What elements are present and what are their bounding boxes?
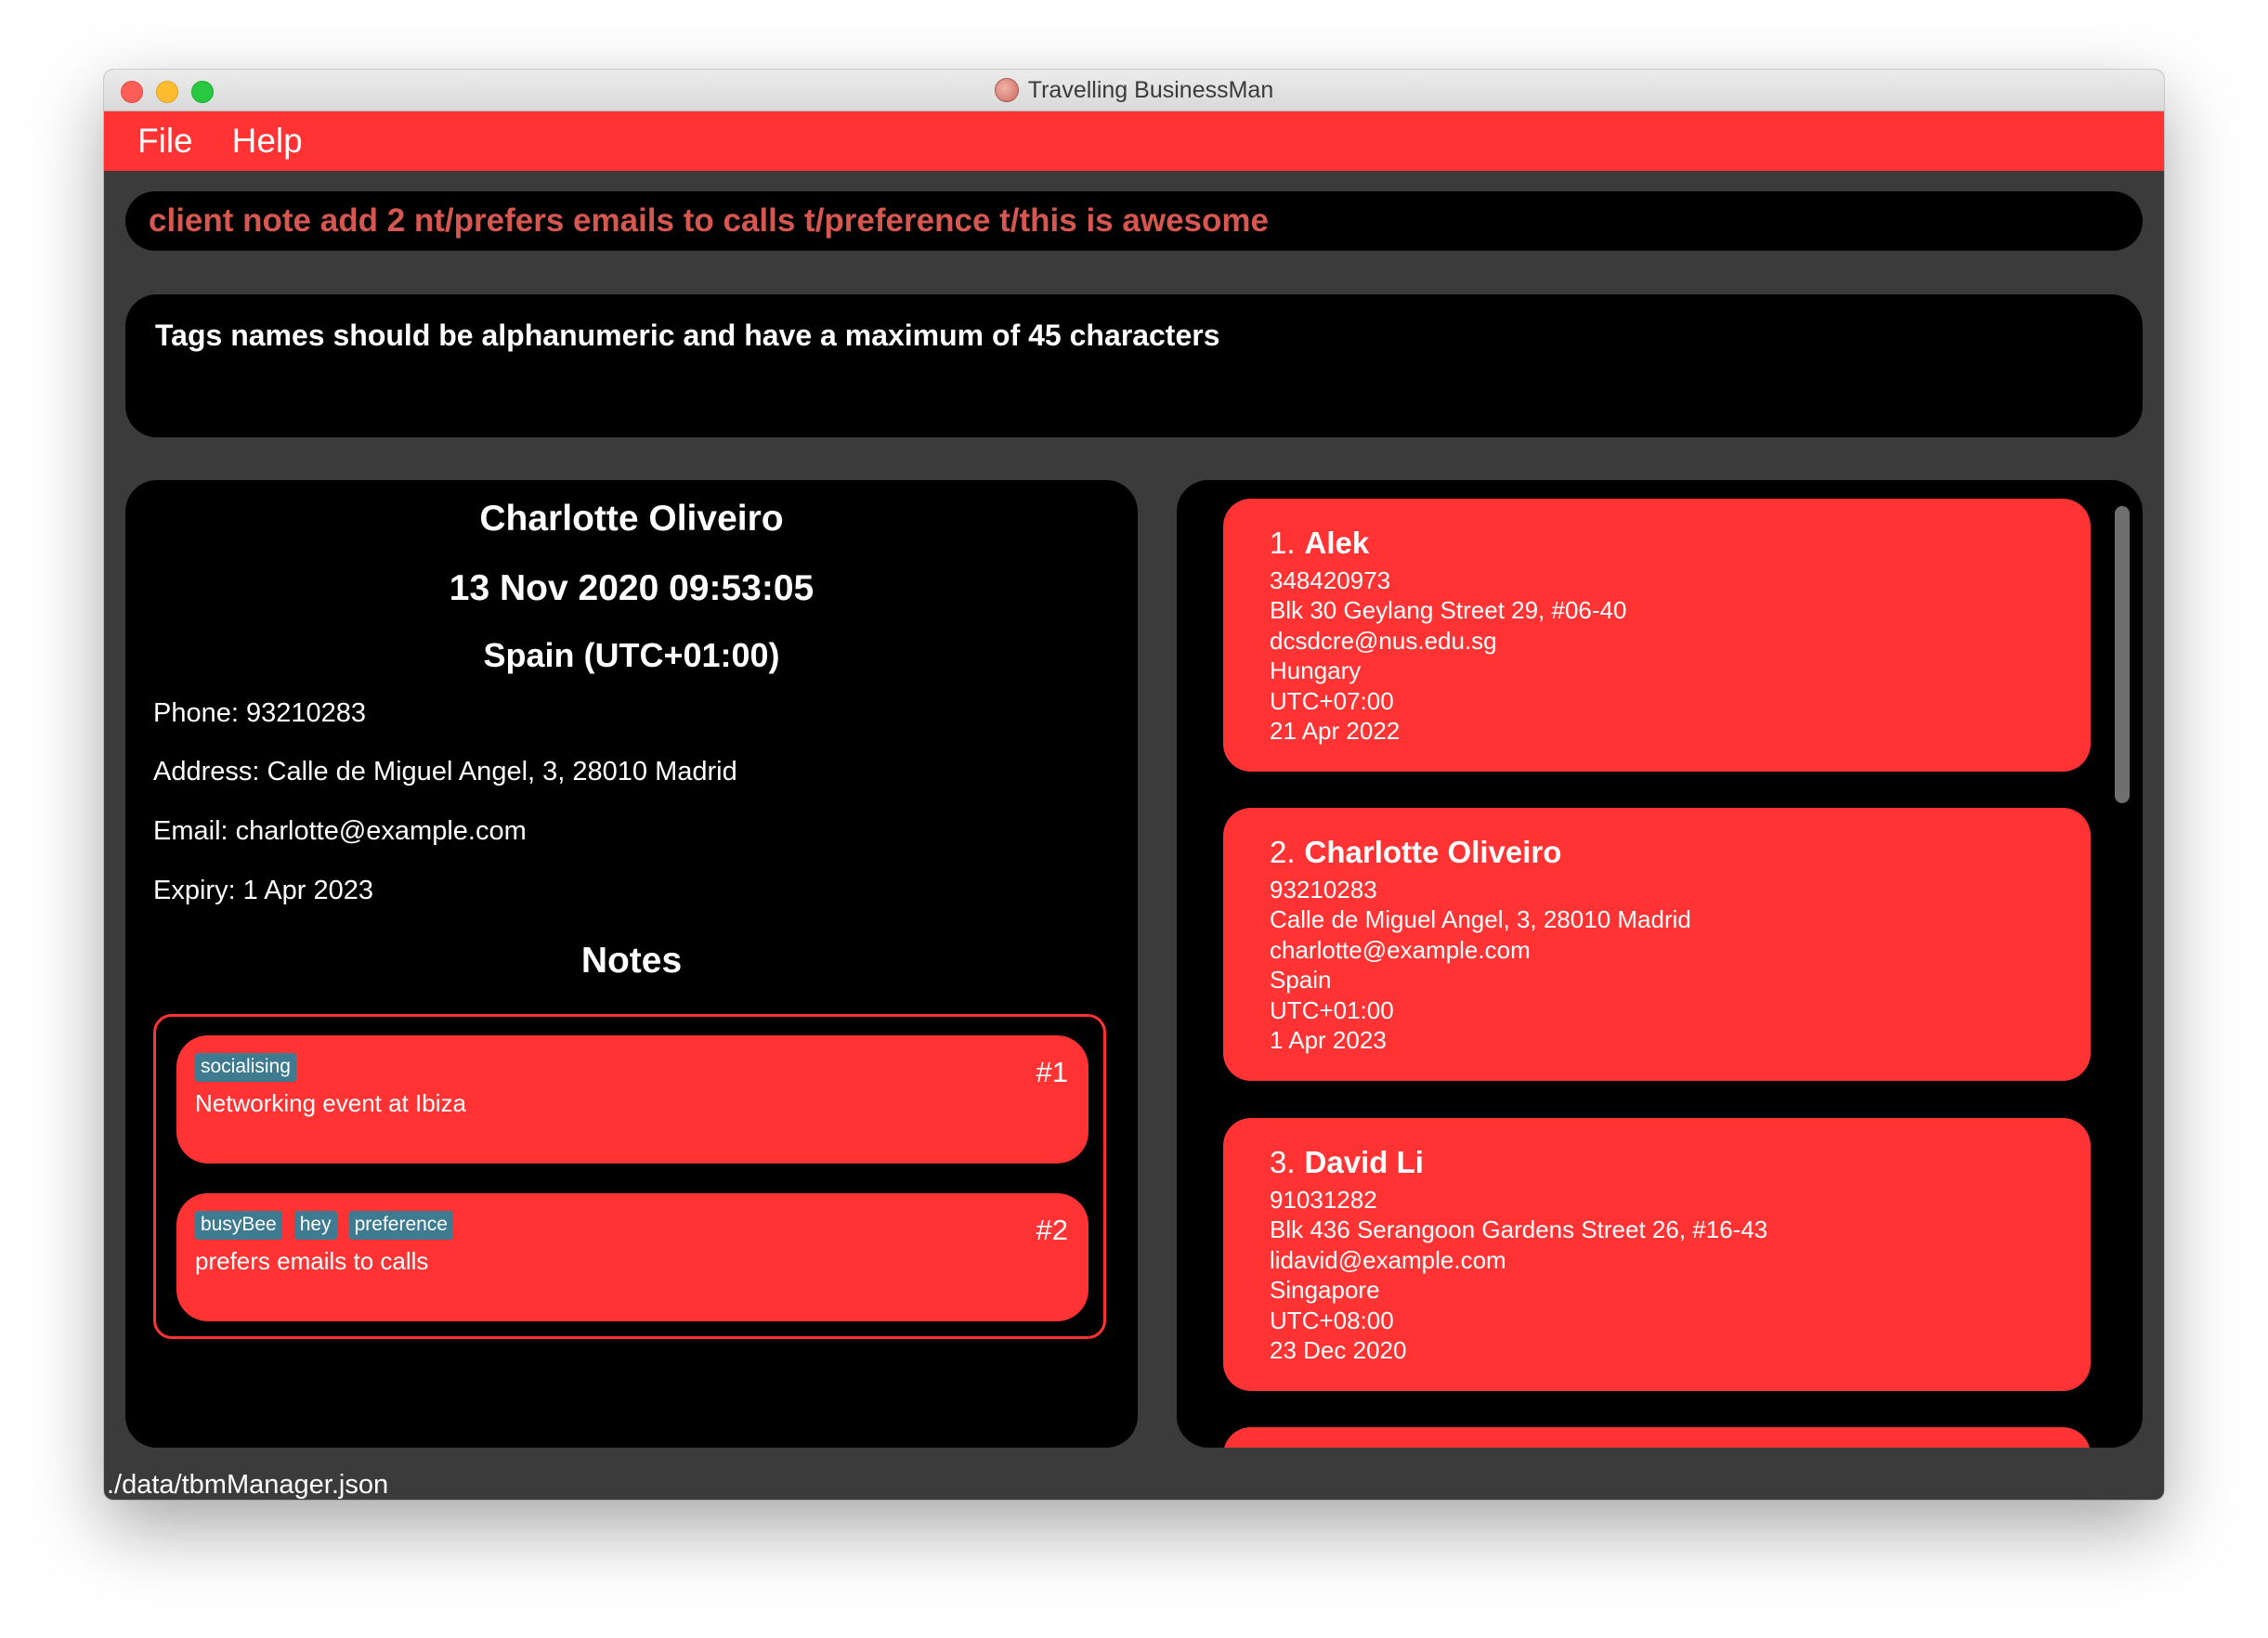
client-address: Blk 30 Geylang Street 29, #06-40: [1270, 596, 1627, 625]
client-index: 3.: [1270, 1145, 1296, 1179]
detail-client-name: Charlotte Oliveiro: [479, 499, 784, 539]
client-card-partial[interactable]: [1223, 1427, 2091, 1448]
client-address: Calle de Miguel Angel, 3, 28010 Madrid: [1270, 905, 1691, 934]
client-email: charlotte@example.com: [1270, 935, 1531, 964]
detail-datetime: 13 Nov 2020 09:53:05: [449, 568, 815, 608]
status-bar-file-path: ./data/tbmManager.json: [107, 1470, 389, 1500]
client-details: 348420973 Blk 30 Geylang Street 29, #06-…: [1270, 566, 1626, 746]
note-tag: hey: [293, 1211, 337, 1241]
note-card[interactable]: socialising #1 Networking event at Ibiza: [176, 1035, 1088, 1164]
client-timezone: UTC+07:00: [1270, 686, 1394, 715]
detail-expiry: Expiry: 1 Apr 2023: [153, 876, 373, 905]
menu-help[interactable]: Help: [232, 122, 303, 161]
client-card[interactable]: 2. Charlotte Oliveiro 93210283 Calle de M…: [1223, 808, 2091, 1081]
client-expiry: 21 Apr 2022: [1270, 717, 1401, 746]
client-list-panel[interactable]: 1. Alek 348420973 Blk 30 Geylang Street 2…: [1177, 480, 2143, 1448]
client-detail-panel: Charlotte Oliveiro 13 Nov 2020 09:53:05 …: [125, 480, 1138, 1448]
client-phone: 93210283: [1270, 876, 1377, 904]
notes-list[interactable]: socialising #1 Networking event at Ibiza…: [153, 1014, 1106, 1339]
client-country: Spain: [1270, 966, 1332, 994]
client-expiry: 1 Apr 2023: [1270, 1026, 1387, 1055]
result-message: Tags names should be alphanumeric and ha…: [155, 318, 1220, 352]
client-timezone: UTC+08:00: [1270, 1306, 1394, 1334]
client-country: Hungary: [1270, 656, 1362, 685]
note-tag: socialising: [195, 1053, 296, 1083]
client-email: dcsdcre@nus.edu.sg: [1270, 626, 1497, 655]
menu-bar: File Help: [104, 111, 2164, 171]
client-address: Blk 436 Serangoon Gardens Street 26, #16…: [1270, 1216, 1768, 1244]
client-card-header: 2. Charlotte Oliveiro: [1270, 835, 1561, 870]
note-tag: preference: [348, 1211, 453, 1241]
client-phone: 91031282: [1270, 1186, 1377, 1214]
client-index: 2.: [1270, 835, 1296, 869]
client-expiry: 23 Dec 2020: [1270, 1336, 1407, 1365]
client-timezone: UTC+01:00: [1270, 995, 1394, 1024]
client-details: 91031282 Blk 436 Serangoon Gardens Stree…: [1270, 1185, 1767, 1365]
client-card-header: 1. Alek: [1270, 526, 1369, 561]
note-card[interactable]: busyBee hey preference #2 prefers emails…: [176, 1193, 1088, 1321]
app-icon: [994, 78, 1019, 102]
detail-phone: Phone: 93210283: [153, 698, 366, 728]
note-tags: socialising: [195, 1053, 296, 1083]
detail-country: Spain (UTC+01:00): [483, 636, 780, 674]
client-card[interactable]: 1. Alek 348420973 Blk 30 Geylang Street 2…: [1223, 499, 2091, 772]
note-tag: busyBee: [195, 1211, 282, 1241]
client-name: Charlotte Oliveiro: [1304, 835, 1562, 869]
client-email: lidavid@example.com: [1270, 1245, 1506, 1274]
app-window: Travelling BusinessMan File Help client …: [104, 70, 2164, 1500]
command-input[interactable]: client note add 2 nt/prefers emails to c…: [125, 191, 2143, 251]
title-bar: Travelling BusinessMan: [104, 70, 2164, 111]
title-wrap: Travelling BusinessMan: [104, 70, 2164, 110]
client-name: Alek: [1304, 526, 1370, 560]
client-card[interactable]: 3. David Li 91031282 Blk 436 Serangoon Ga…: [1223, 1118, 2091, 1391]
detail-address: Address: Calle de Miguel Angel, 3, 28010…: [153, 757, 737, 786]
client-phone: 348420973: [1270, 566, 1391, 594]
client-details: 93210283 Calle de Miguel Angel, 3, 28010…: [1270, 875, 1691, 1055]
command-input-text: client note add 2 nt/prefers emails to c…: [149, 202, 1269, 239]
menu-file[interactable]: File: [137, 122, 193, 161]
note-number: #2: [1036, 1214, 1068, 1246]
window-title: Travelling BusinessMan: [1027, 76, 1274, 103]
client-name: David Li: [1304, 1145, 1424, 1179]
note-text: Networking event at Ibiza: [195, 1089, 466, 1117]
note-tags: busyBee hey preference: [195, 1211, 453, 1241]
detail-email: Email: charlotte@example.com: [153, 816, 527, 846]
client-index: 1.: [1270, 526, 1296, 560]
client-country: Singapore: [1270, 1276, 1380, 1305]
note-number: #1: [1036, 1056, 1068, 1088]
client-list-scrollbar[interactable]: [2115, 506, 2130, 803]
result-display: Tags names should be alphanumeric and ha…: [125, 294, 2143, 437]
client-card-header: 3. David Li: [1270, 1145, 1424, 1180]
notes-heading: Notes: [580, 941, 683, 981]
note-text: prefers emails to calls: [195, 1247, 429, 1275]
